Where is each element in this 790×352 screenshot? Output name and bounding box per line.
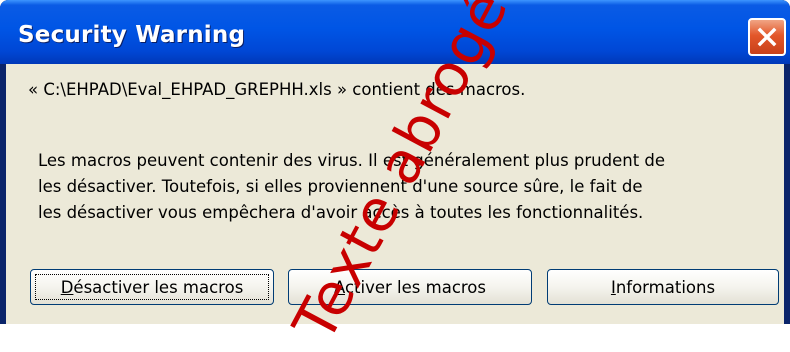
window-title: Security Warning <box>18 22 246 48</box>
disable-macros-button[interactable]: Désactiver les macros <box>30 269 274 305</box>
focus-rectangle <box>35 274 269 300</box>
warning-line-3: les désactiver vous empêchera d'avoir ac… <box>38 203 644 222</box>
close-button[interactable] <box>748 18 786 56</box>
warning-line-1: Les macros peuvent contenir des virus. I… <box>38 151 666 170</box>
title-bar[interactable]: Security Warning <box>0 0 790 64</box>
dialog-body: « C:\EHPAD\Eval_EHPAD_GREPHH.xls » conti… <box>6 64 784 324</box>
warning-line-2: les désactiver. Toutefois, si elles prov… <box>38 177 643 196</box>
security-warning-dialog: Security Warning « C:\EHPAD\Eval_EHPAD_G… <box>0 0 790 324</box>
file-path-message: « C:\EHPAD\Eval_EHPAD_GREPHH.xls » conti… <box>28 80 526 99</box>
info-label-rest: nformations <box>615 277 716 297</box>
warning-message: Les macros peuvent contenir des virus. I… <box>38 148 773 226</box>
enable-label-rest: ctiver les macros <box>344 277 486 297</box>
enable-macros-button[interactable]: Activer les macros <box>288 269 532 305</box>
enable-mnemonic: A <box>333 277 345 297</box>
informations-label: Informations <box>611 278 715 297</box>
close-icon <box>757 27 777 47</box>
enable-macros-label: Activer les macros <box>334 278 486 297</box>
informations-button[interactable]: Informations <box>547 269 779 305</box>
